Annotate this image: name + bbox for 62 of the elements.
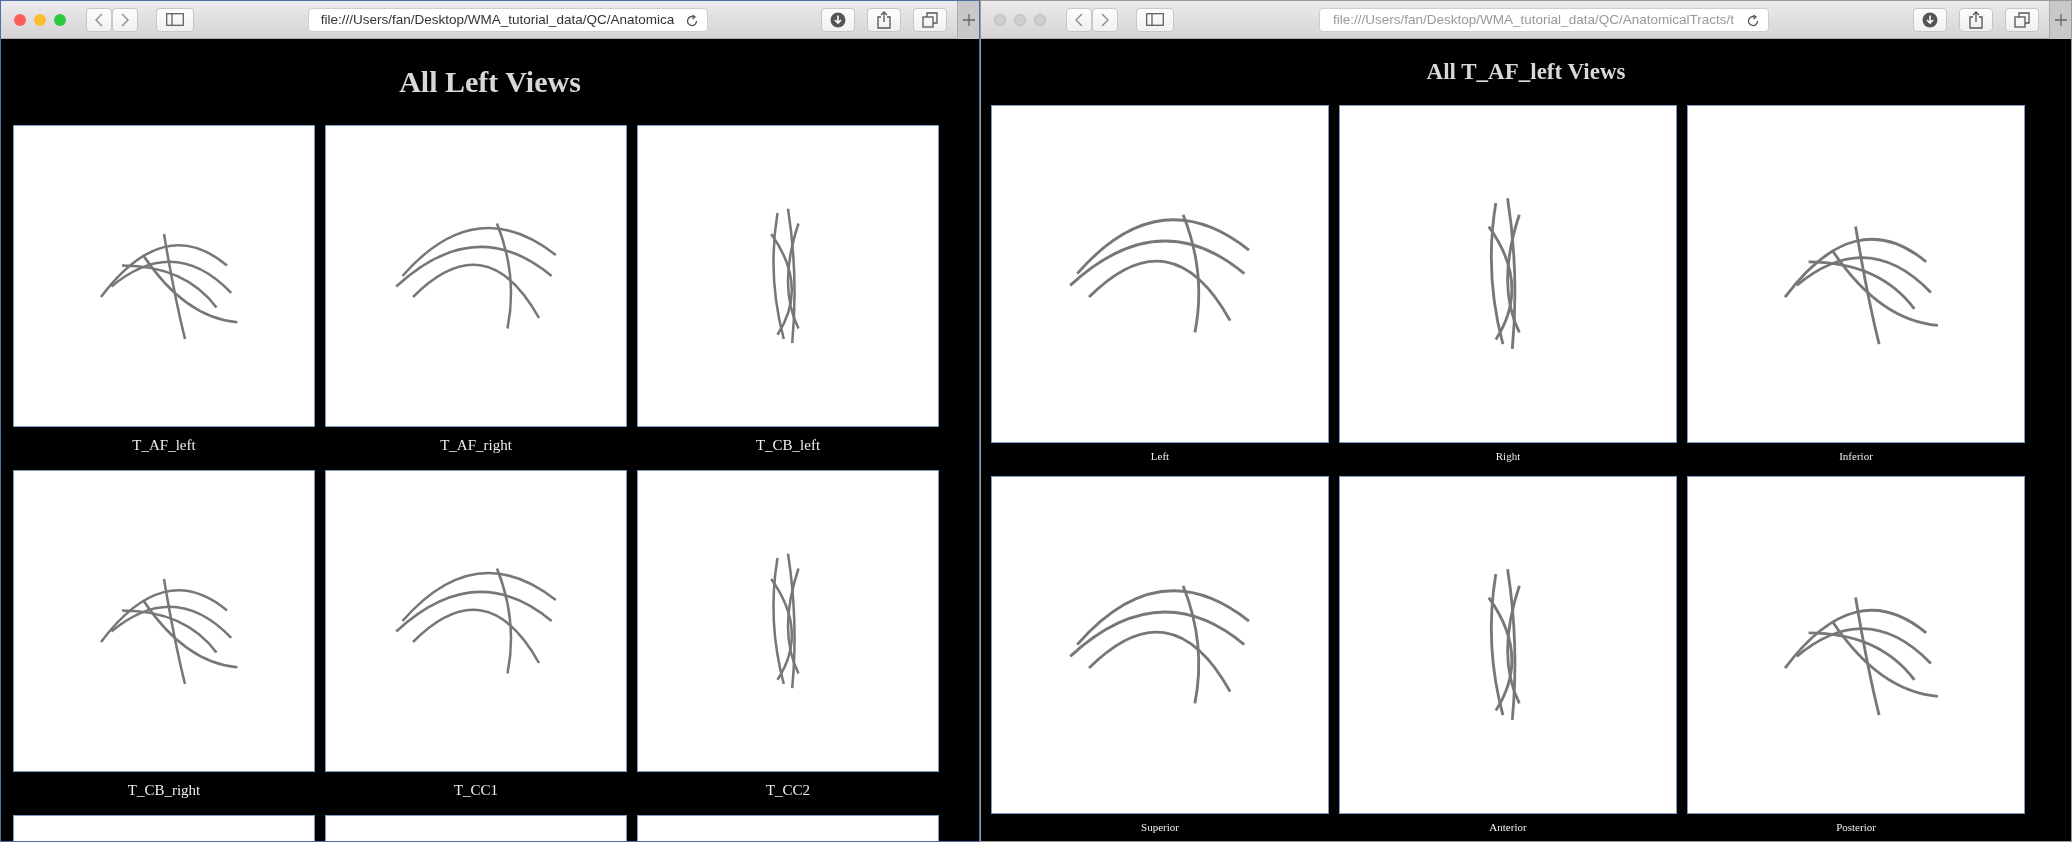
page-title: All T_AF_left Views (1425, 58, 1627, 86)
tract-image[interactable] (13, 470, 315, 772)
tract-image[interactable] (1687, 476, 2025, 814)
close-button[interactable] (994, 13, 1006, 26)
tract-image[interactable] (1687, 105, 2025, 443)
share-icon (1969, 10, 1983, 29)
share-icon (877, 10, 891, 29)
new-tab-button[interactable] (957, 1, 979, 39)
tract-image[interactable] (1339, 476, 1677, 814)
tract-image[interactable] (637, 470, 939, 772)
sidebar-icon (166, 13, 184, 26)
chevron-left-icon (94, 12, 104, 27)
tract-image[interactable] (13, 125, 315, 427)
tract-image[interactable] (325, 125, 627, 427)
tract-image[interactable] (325, 470, 627, 772)
sidebar-button[interactable] (1136, 7, 1174, 32)
plus-icon (962, 13, 975, 26)
image-caption: T_CC1 (452, 781, 500, 800)
image-caption: Superior (1140, 820, 1180, 835)
image-caption: T_AF_right (439, 436, 513, 455)
minimize-button[interactable] (1014, 13, 1026, 26)
page-title: All Left Views (398, 64, 582, 100)
back-button[interactable] (86, 7, 112, 32)
image-caption: T_AF_left (131, 436, 197, 455)
image-caption: T_CC2 (764, 781, 812, 800)
zoom-button[interactable] (1034, 13, 1046, 26)
plus-icon (2054, 13, 2067, 26)
new-tab-button[interactable] (2049, 1, 2071, 39)
tabs-icon (922, 11, 938, 28)
tract-image[interactable] (991, 476, 1329, 814)
download-icon (1922, 11, 1938, 28)
forward-button[interactable] (1092, 7, 1118, 32)
download-button[interactable] (1913, 7, 1947, 32)
sidebar-icon (1146, 13, 1164, 26)
address-field[interactable]: file:///Users/fan/Desktop/WMA_tutorial_data/QC/Anatomica (307, 7, 708, 32)
image-caption: Left (1149, 449, 1171, 464)
image-caption: Anterior (1488, 820, 1528, 835)
tract-image[interactable] (991, 105, 1329, 443)
tabs-icon (2014, 11, 2030, 28)
image-caption: Inferior (1838, 449, 1874, 464)
download-icon (830, 11, 846, 28)
share-button[interactable] (1959, 7, 1993, 32)
image-caption: Right (1494, 449, 1522, 464)
sidebar-button[interactable] (156, 7, 194, 32)
zoom-button[interactable] (54, 13, 66, 26)
reload-icon[interactable] (684, 13, 699, 28)
tabs-button[interactable] (913, 7, 947, 32)
share-button[interactable] (867, 7, 901, 32)
image-caption: T_CB_left (754, 436, 822, 455)
download-button[interactable] (821, 7, 855, 32)
tract-image[interactable] (637, 125, 939, 427)
reload-icon[interactable] (1745, 13, 1760, 28)
chevron-left-icon (1074, 12, 1084, 27)
image-caption: T_CB_right (126, 781, 202, 800)
image-caption: Posterior (1835, 820, 1877, 835)
chevron-right-icon (120, 12, 130, 27)
tabs-button[interactable] (2005, 7, 2039, 32)
tract-image[interactable] (1339, 105, 1677, 443)
forward-button[interactable] (112, 7, 138, 32)
back-button[interactable] (1066, 7, 1092, 32)
chevron-right-icon (1100, 12, 1110, 27)
close-button[interactable] (14, 13, 26, 26)
